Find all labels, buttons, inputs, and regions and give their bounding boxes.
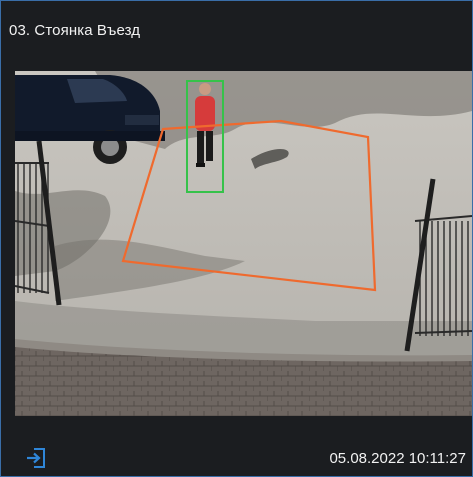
camera-footer: [1, 419, 472, 476]
camera-video-feed[interactable]: [15, 71, 472, 416]
video-frame: [15, 71, 472, 416]
camera-tile[interactable]: 03. Стоянка Въезд 05.08.2022 10:11:27: [0, 0, 473, 477]
exit-to-door-icon[interactable]: [25, 447, 47, 469]
camera-title: 03. Стоянка Въезд: [9, 22, 141, 39]
video-timestamp: 05.08.2022 10:11:27: [329, 450, 466, 467]
camera-header: 03. Стоянка Въезд: [1, 1, 472, 67]
